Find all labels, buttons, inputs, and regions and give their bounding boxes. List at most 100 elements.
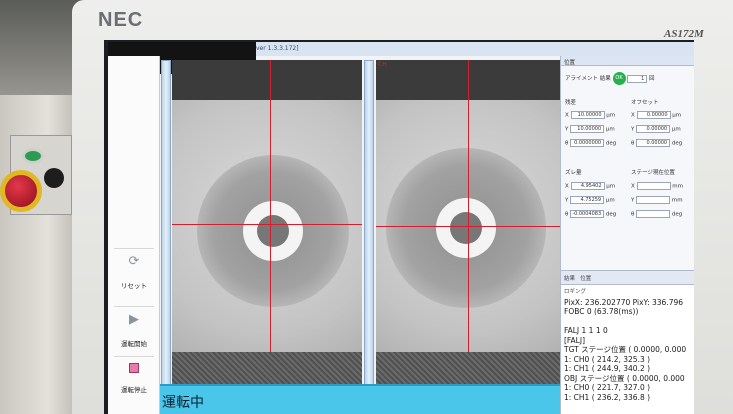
stage-x-field[interactable] xyxy=(636,182,671,190)
align-count-field[interactable]: 1 xyxy=(627,74,648,83)
toolbar-pane: ⟳ リセット ▶ 運転開始 運転停止 xyxy=(108,56,160,414)
black-knob xyxy=(44,168,64,188)
pitch-t-field[interactable]: 0.0000000 xyxy=(570,139,605,147)
log-line: FALJ 1 1 1 0 xyxy=(564,326,608,335)
log-line: 1: CH0 ( 214.2, 325.3 ) xyxy=(564,354,651,364)
stage-header: ステージ現在位置 xyxy=(631,170,675,176)
pitch-x-field[interactable]: 10.00000 xyxy=(570,111,605,119)
app-window: ver 1.3.3.172] ⟳ リセット ▶ 運転開始 運転停止 CH 位置 … xyxy=(108,42,694,414)
unit-label: deg xyxy=(671,140,683,147)
axis-label: X xyxy=(565,183,569,190)
camera-view-left xyxy=(172,60,362,392)
camera-channel-label: CH xyxy=(378,61,387,68)
offset-header: オフセット xyxy=(631,100,659,106)
log-line: TGT ステージ位置 ( 0.0000, 0.000 xyxy=(564,345,687,354)
unit-label: deg xyxy=(605,140,617,147)
unit-label: mm xyxy=(671,197,683,204)
log-line: OBJ ステージ位置 ( 0.0000, 0.000 xyxy=(564,373,685,383)
shift-y-field[interactable]: 4.75259 xyxy=(570,196,605,204)
axis-label: θ xyxy=(631,211,635,218)
panel-tabs: 結果 位置 xyxy=(561,270,694,284)
unit-label: μm xyxy=(672,112,682,119)
shift-x-row: X 4.95402 μm xyxy=(565,182,615,190)
shift-header: ズレ量 xyxy=(565,170,582,176)
pitch-x-row: X 10.00000 μm xyxy=(565,111,615,119)
unit-label: mm xyxy=(672,183,683,190)
status-text: 運転中 xyxy=(162,395,204,411)
status-bar: 運転中 xyxy=(160,384,560,414)
axis-label: Y xyxy=(565,197,569,204)
refresh-icon: ⟳ xyxy=(128,254,140,269)
log-line: 1: CH0 ( 221.7, 327.0 ) xyxy=(564,383,651,392)
result-panel: 位置 アライメント 結果 OK 1 回 残差 オフセット X 10.00000 … xyxy=(560,56,694,414)
camera-view-right: CH xyxy=(376,60,560,392)
tab-position[interactable]: 位置 xyxy=(580,276,591,282)
align-count-unit: 回 xyxy=(649,76,655,82)
stage-x-row: X mm xyxy=(631,182,683,190)
unit-label: μm xyxy=(605,126,615,133)
offset-y-row: Y 0.00000 μm xyxy=(631,125,681,133)
axis-label: θ xyxy=(565,140,569,147)
log-line: FOBC 0 (63.78(ms)) xyxy=(564,307,639,316)
shift-t-row: θ -0.0004083 deg xyxy=(565,210,616,218)
panel-header: 位置 xyxy=(561,56,694,66)
start-button[interactable]: ▶ 運転開始 xyxy=(114,306,154,350)
axis-label: Y xyxy=(631,126,635,133)
stage-t-field[interactable] xyxy=(636,210,671,218)
stage-y-field[interactable] xyxy=(636,196,671,204)
offset-y-field[interactable]: 0.00000 xyxy=(636,125,671,133)
log-line: 1: CH1 ( 244.9, 340.2 ) xyxy=(564,364,651,373)
axis-label: θ xyxy=(565,211,569,218)
log-line: 1: CH1 ( 236.2, 336.8 ) xyxy=(564,392,651,402)
axis-label: Y xyxy=(631,197,635,204)
align-result-label: アライメント 結果 xyxy=(565,76,611,82)
offset-t-row: θ 0.00000 deg xyxy=(631,139,682,147)
crosshair-horizontal xyxy=(172,224,362,225)
stage-y-row: Y mm xyxy=(631,196,683,204)
log-line: PixX: 236.202770 PixY: 336.796 xyxy=(564,297,684,307)
monitor-screen: ver 1.3.3.172] ⟳ リセット ▶ 運転開始 運転停止 CH 位置 … xyxy=(104,40,694,414)
shift-x-field[interactable]: 4.95402 xyxy=(570,182,605,190)
unit-label: μm xyxy=(606,183,616,190)
unit-label: μm xyxy=(671,126,681,133)
axis-label: X xyxy=(565,112,569,119)
stop-button[interactable]: 運転停止 xyxy=(114,356,154,400)
offset-t-field[interactable]: 0.00000 xyxy=(636,139,671,147)
pitch-y-field[interactable]: 10.00000 xyxy=(570,125,605,133)
pitch-header: 残差 xyxy=(565,100,577,106)
machine-control-box xyxy=(0,95,80,414)
offset-x-field[interactable]: 0.00000 xyxy=(636,111,671,119)
green-button xyxy=(22,148,44,164)
axis-label: X xyxy=(631,112,635,119)
stop-label: 運転停止 xyxy=(121,386,147,394)
axis-label: Y xyxy=(565,126,569,133)
log-header: ロギング xyxy=(564,289,587,295)
unit-label: μm xyxy=(606,112,616,119)
left-splitter[interactable] xyxy=(161,60,171,392)
reset-button[interactable]: ⟳ リセット xyxy=(114,248,154,292)
monitor-model: AS172M xyxy=(664,28,704,40)
pitch-y-row: Y 10.00000 μm xyxy=(565,125,615,133)
stage-t-row: θ deg xyxy=(631,210,682,218)
play-icon: ▶ xyxy=(129,312,139,327)
unit-label: deg xyxy=(605,211,617,218)
unit-label: μm xyxy=(605,197,615,204)
shift-t-field[interactable]: -0.0004083 xyxy=(570,210,605,218)
axis-label: θ xyxy=(631,140,635,147)
emergency-stop-button xyxy=(0,170,42,212)
align-status-badge: OK xyxy=(612,72,626,85)
photo-scene: NEC AS172M ver 1.3.3.172] ⟳ リセット ▶ 運転開始 … xyxy=(0,0,733,414)
start-label: 運転開始 xyxy=(121,340,147,348)
reset-label: リセット xyxy=(121,282,147,290)
log-area[interactable]: ロギング PixX: 236.202770 PixY: 336.796 FOBC… xyxy=(561,284,694,414)
middle-splitter[interactable] xyxy=(364,60,374,392)
stop-icon xyxy=(129,363,139,373)
axis-label: X xyxy=(631,183,635,190)
camera-top-band xyxy=(172,60,362,100)
log-line: [FALJ] xyxy=(564,335,585,345)
tab-result[interactable]: 結果 xyxy=(564,276,575,282)
crosshair-vertical xyxy=(270,60,271,392)
unit-label: deg xyxy=(671,211,683,218)
target-center xyxy=(257,215,289,247)
